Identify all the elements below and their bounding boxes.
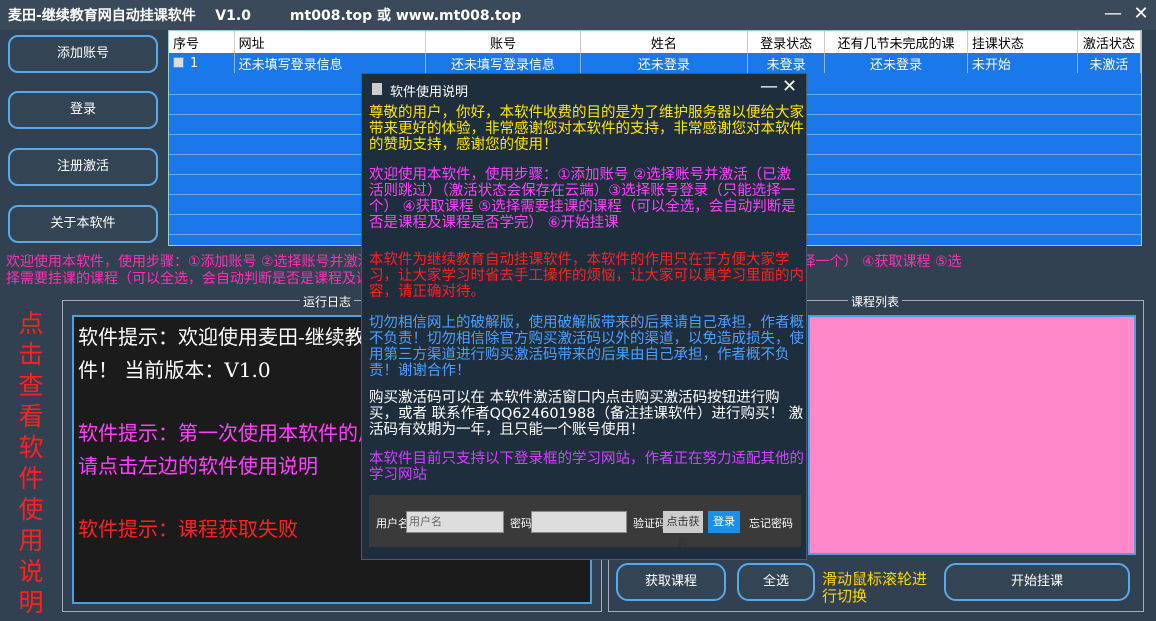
dialog-title: 软件使用说明 [390,85,469,100]
dialog-paragraph: 购买激活码可以在 本软件激活窗口内点击购买激活码按钮进行购买，或者 联系作者QQ… [369,390,804,438]
col-header-course-status[interactable]: 挂课状态 [967,31,1078,53]
table-row[interactable]: 1 还未填写登录信息 还未填写登录信息 还未登录 未登录 还未登录 未开始 未激… [169,53,1142,73]
password-label: 密码 [510,517,532,530]
cell-remaining: 还未登录 [824,53,968,73]
captcha-label: 验证码 [633,517,666,530]
username-label: 用户名 [376,517,409,530]
col-header-index[interactable]: 序号 [169,31,235,53]
minimize-button[interactable]: — [1100,2,1126,26]
col-header-account[interactable]: 账号 [425,31,581,53]
col-header-remaining[interactable]: 还有几节未完成的课 [824,31,968,53]
login-preview: 用户名 用户名 密码 验证码 点击获取 登录 忘记密码 [369,495,801,550]
course-list[interactable] [808,315,1136,555]
cell-account: 还未填写登录信息 [425,53,581,73]
col-header-activation[interactable]: 激活状态 [1077,31,1142,53]
cell-index: 1 [190,55,199,71]
course-title: 课程列表 [848,293,903,310]
register-activate-button[interactable]: 注册激活 [8,148,158,186]
dialog-close-button[interactable]: ✕ [782,76,797,97]
dialog-paragraph: 切勿相信网上的破解版，使用破解版带来的后果请自己承担，作者概不负责！切勿相信除官… [369,315,804,379]
col-header-url[interactable]: 网址 [234,31,427,53]
row-checkbox[interactable] [173,56,184,68]
captcha-preview-button: 点击获取 [663,511,703,550]
usage-dialog: 软件使用说明 — ✕ 尊敬的用户，你好，本软件收费的目的是为了维护服务器以便给大… [361,73,807,560]
log-line: 件！ 当前版本：V1.0 [78,358,271,382]
side-hint[interactable]: 点击查看软件使用说明 [14,308,48,618]
login-preview-button: 登录 [708,511,740,533]
start-course-button[interactable]: 开始挂课 [944,563,1130,601]
log-line: 请点击左边的软件使用说明 [78,454,318,478]
forgot-password-text: 忘记密码 [749,517,793,530]
cell-url: 还未填写登录信息 [234,53,427,73]
about-button[interactable]: 关于本软件 [8,205,158,243]
dialog-paragraph: 本软件目前只支持以下登录框的学习网站，作者正在努力适配其他的学习网站 [369,451,804,483]
cell-course-status: 未开始 [967,53,1078,73]
col-header-login-status[interactable]: 登录状态 [747,31,826,53]
document-icon [372,83,382,95]
cell-login-status: 未登录 [747,53,826,73]
window-title: 麦田-继续教育网自动挂课软件 V1.0 mt008.top 或 www.mt00… [8,8,522,24]
password-preview-field [531,511,627,533]
log-title: 运行日志 [300,293,355,310]
close-button[interactable]: ✕ [1128,2,1154,26]
username-preview-field: 用户名 [406,511,504,533]
title-bar: 麦田-继续教育网自动挂课软件 V1.0 mt008.top 或 www.mt00… [0,0,1156,30]
col-header-name[interactable]: 姓名 [580,31,748,53]
log-line: 软件提示：第一次使用本软件的用户 [78,421,398,445]
dialog-minimize-button[interactable]: — [760,76,778,97]
cell-name: 还未登录 [580,53,748,73]
cell-activation: 未激活 [1077,53,1142,73]
dialog-paragraph: 尊敬的用户，你好，本软件收费的目的是为了维护服务器以便给大家带来更好的体验，非常… [369,105,804,153]
scroll-tip: 滑动鼠标滚轮进行切换 [822,570,928,605]
log-line: 软件提示：课程获取失败 [78,517,298,541]
table-header-row: 序号 网址 账号 姓名 登录状态 还有几节未完成的课 挂课状态 激活状态 [169,31,1142,53]
login-button[interactable]: 登录 [8,91,158,129]
select-all-button[interactable]: 全选 [737,563,815,601]
dialog-paragraph: 本软件为继续教育自动挂课软件，本软件的作用只在于方便大家学习，让大家学习时省去手… [369,252,804,300]
dialog-paragraph: 欢迎使用本软件，使用步骤：①添加账号 ②选择账号并激活（已激活则跳过）（激活状态… [369,167,796,231]
fetch-courses-button[interactable]: 获取课程 [616,563,726,601]
add-account-button[interactable]: 添加账号 [8,35,158,73]
